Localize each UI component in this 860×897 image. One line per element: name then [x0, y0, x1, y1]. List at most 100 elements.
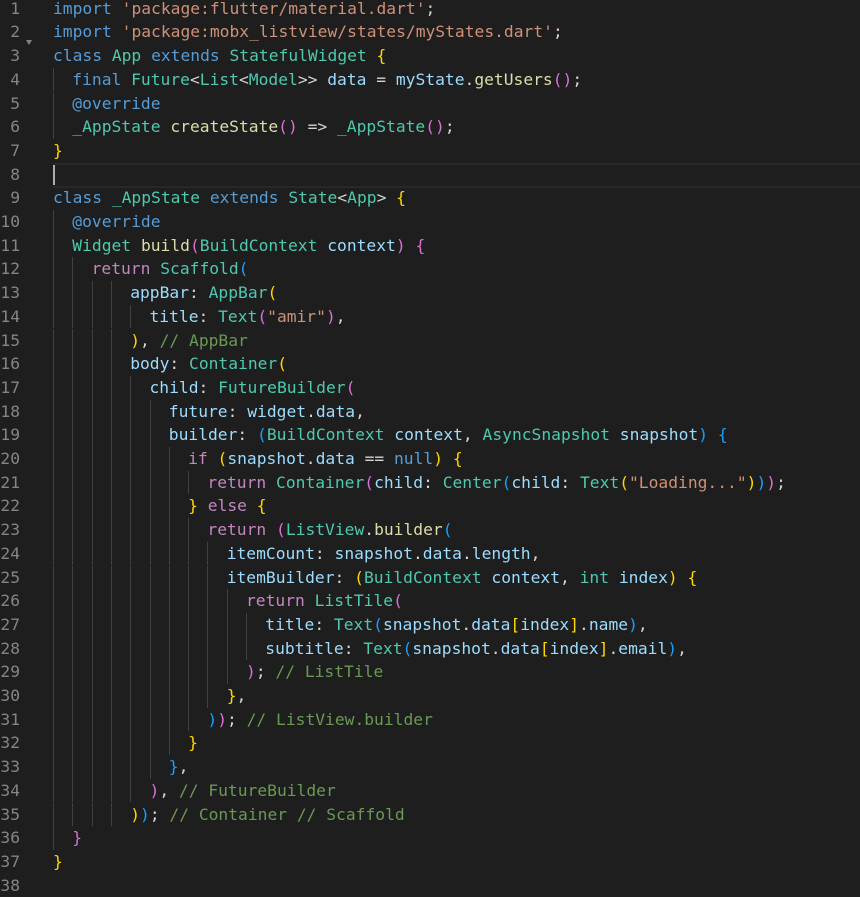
indent-guide: [130, 636, 132, 661]
code-line[interactable]: 28 subtitle: Text(snapshot.data[index].em…: [0, 636, 860, 661]
code-line[interactable]: 8: [0, 162, 860, 188]
code-line[interactable]: 7}: [0, 139, 860, 163]
code-token: ;: [572, 69, 583, 89]
line-number: 28: [0, 638, 20, 658]
code-token: widget: [247, 401, 307, 421]
code-line[interactable]: 14 title: Text("amir"),: [0, 304, 860, 329]
indent-guide: [226, 636, 228, 661]
code-text: }: [53, 850, 63, 874]
indent-guide: [91, 636, 93, 661]
code-token: <: [337, 188, 348, 208]
code-token: }: [72, 828, 83, 848]
code-line[interactable]: 24 itemCount: snapshot.data.length,: [0, 541, 860, 566]
code-line[interactable]: 12 return Scaffold(: [0, 257, 860, 282]
code-line[interactable]: 16 body: Container(: [0, 352, 860, 376]
code-token: :: [314, 614, 334, 634]
indent-guide: [110, 470, 112, 495]
line-number: 15: [0, 330, 20, 350]
code-line[interactable]: 22} else {: [0, 494, 860, 519]
indent-guide: [72, 778, 74, 803]
code-line[interactable]: 13 appBar: AppBar(: [0, 281, 860, 305]
code-line[interactable]: 15 ), // AppBar: [0, 328, 860, 353]
code-line[interactable]: 1 import 'package:flutter/material.dart';: [0, 0, 860, 20]
indent-guide: [72, 304, 74, 329]
indent-guide: [53, 541, 54, 566]
code-text: class _AppState extends State<App> {: [53, 186, 406, 210]
code-line[interactable]: 9 class _AppState extends State<App> {: [0, 186, 860, 210]
text-cursor: [53, 164, 55, 185]
line-number: 7: [10, 140, 20, 160]
code-token: (: [402, 638, 413, 658]
code-line[interactable]: 18 future: widget.data,: [0, 399, 860, 424]
code-line[interactable]: 30},: [0, 684, 860, 708]
code-token: @override: [72, 212, 161, 231]
code-token: .: [412, 543, 423, 563]
indent-guide: [130, 660, 132, 684]
code-line[interactable]: 5 @override: [0, 91, 860, 116]
code-line[interactable]: 19 builder: (BuildContext context, AsyncS…: [0, 423, 860, 447]
code-line[interactable]: 2 import 'package:mobx_listview/states/my…: [0, 20, 860, 44]
code-line[interactable]: 21 return Container(child: Center(child: …: [0, 470, 860, 495]
code-token: .: [461, 614, 472, 634]
indent-guide: [91, 660, 93, 684]
line-number: 9: [10, 188, 20, 208]
line-number: 34: [0, 780, 20, 800]
code-token: child: [149, 377, 199, 397]
code-token: ): [149, 780, 160, 800]
code-line[interactable]: 4 final Future<List<Model>> data = myStat…: [0, 67, 860, 92]
current-line-highlight: [53, 162, 860, 188]
code-line[interactable]: 33},: [0, 755, 860, 779]
code-line[interactable]: 25 itemBuilder: (BuildContext context, in…: [0, 565, 860, 590]
code-token: BuildContext: [199, 235, 318, 255]
code-line[interactable]: 17 child: FutureBuilder(: [0, 375, 860, 400]
indent-guide: [149, 494, 151, 519]
code-token: ): [698, 425, 709, 445]
indent-guide: [168, 612, 170, 637]
indent-guide: [110, 660, 112, 684]
indent-guide: [168, 494, 170, 519]
code-token: App: [347, 188, 377, 208]
indent-guide: [130, 731, 132, 756]
code-token: ListTile: [314, 591, 394, 611]
indent-guide: [226, 612, 228, 637]
indent-guide: [53, 210, 54, 234]
code-line[interactable]: 3 class App extends StatefulWidget {: [0, 44, 860, 68]
code-token: >>: [297, 69, 328, 89]
code-line[interactable]: 31)); // ListView.builder: [0, 707, 860, 732]
code-line[interactable]: 29); // ListTile: [0, 660, 860, 684]
code-line[interactable]: 20 if (snapshot.data == null) {: [0, 447, 860, 471]
code-token: >: [376, 188, 397, 208]
indent-guide: [188, 660, 190, 684]
code-line[interactable]: 34), // FutureBuilder: [0, 778, 860, 803]
code-token: _AppState: [111, 188, 201, 208]
code-line[interactable]: 26 return ListTile(: [0, 589, 860, 613]
code-token: "amir": [267, 306, 326, 326]
code-line[interactable]: 38: [0, 874, 860, 897]
code-line[interactable]: 36}: [0, 826, 860, 850]
code-line[interactable]: 35)); // Container // Scaffold: [0, 802, 860, 827]
code-editor[interactable]: 1 import 'package:flutter/material.dart';…: [0, 0, 860, 895]
code-line[interactable]: 32}: [0, 731, 860, 756]
code-token: ]: [598, 638, 609, 658]
code-line[interactable]: 10 @override: [0, 210, 860, 234]
code-token: ,: [560, 567, 580, 587]
code-token: {: [396, 188, 406, 208]
code-token: appBar: [130, 283, 190, 303]
line-number: 10: [0, 212, 20, 231]
indent-guide: [188, 636, 190, 661]
code-line[interactable]: 37}: [0, 850, 860, 874]
line-number: 18: [0, 401, 20, 421]
line-number: 3: [10, 46, 20, 66]
code-text: @override: [72, 210, 160, 234]
code-line[interactable]: 23 return (ListView.builder(: [0, 518, 860, 542]
code-token: data: [500, 638, 540, 658]
code-line[interactable]: 11 Widget build(BuildContext context) {: [0, 233, 860, 258]
code-line[interactable]: 27 title: Text(snapshot.data[index].name)…: [0, 612, 860, 637]
code-line[interactable]: 6 _AppState createState() => _AppState();: [0, 115, 860, 139]
code-text: ), // AppBar: [130, 329, 248, 353]
code-token: :: [237, 425, 258, 445]
